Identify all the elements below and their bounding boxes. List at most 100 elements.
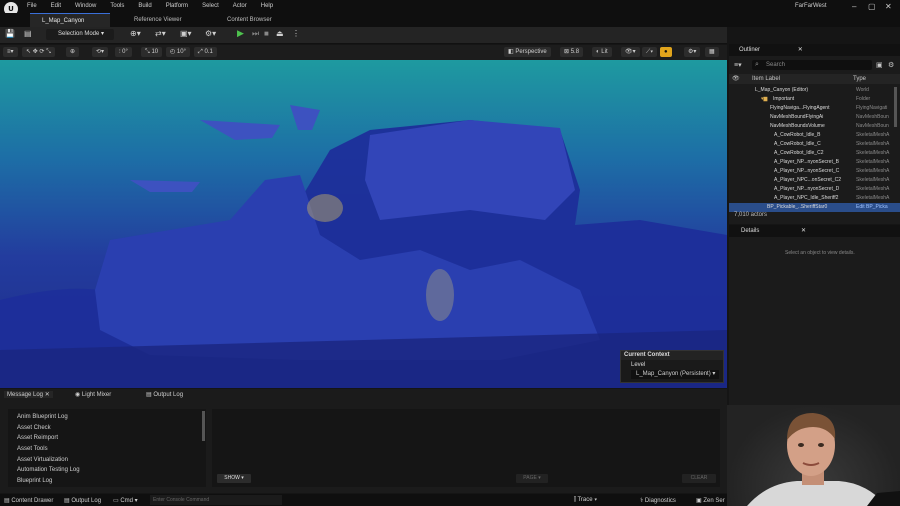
clear-button[interactable]: CLEAR	[682, 474, 716, 483]
lit-button[interactable]: ◐ Lit	[592, 47, 612, 57]
visibility-icon[interactable]: 👁	[732, 74, 740, 84]
settings-gear-icon[interactable]: ⚙▾	[684, 47, 701, 57]
list-item[interactable]: Asset Reimport	[17, 435, 58, 441]
list-item[interactable]: Asset Check	[17, 425, 51, 431]
table-row[interactable]: NavMeshBoundsVolume NavMeshBoun	[729, 122, 900, 131]
menu-edit[interactable]: Edit	[51, 3, 61, 9]
tab-l-map-canyon[interactable]: L_Map_Canyon	[30, 13, 110, 27]
tab-message-log[interactable]: Message Log ✕	[4, 391, 53, 398]
show-flags-icon[interactable]: 👁▾	[621, 47, 640, 57]
selection-mode-dropdown[interactable]: Selection Mode ▾	[46, 29, 114, 40]
menu-build[interactable]: Build	[138, 3, 151, 9]
surface-snap-icon[interactable]: ⟲▾	[92, 47, 109, 57]
menu-select[interactable]: Select	[202, 3, 219, 9]
row-type: SkeletalMeshA	[856, 132, 890, 138]
table-row-selected[interactable]: BP_Pickable_..SheriffStar0 Edit BP_Picka	[729, 203, 900, 212]
menu-file[interactable]: File	[27, 3, 37, 9]
menu-actor[interactable]: Actor	[233, 3, 247, 9]
tab-output-log[interactable]: ▤ Output Log	[146, 391, 183, 398]
table-row[interactable]: A_Player_NPC_Idle_Sheriff2 SkeletalMeshA	[729, 194, 900, 203]
outliner-column-header: 👁 Item Label Type	[729, 74, 900, 84]
col-item-label[interactable]: Item Label	[752, 74, 780, 84]
perspective-button[interactable]: ◧ Perspective	[504, 47, 551, 57]
modes-icon[interactable]: ⚙▾	[205, 29, 216, 38]
menu-help[interactable]: Help	[261, 3, 273, 9]
row-type: NavMeshBoun	[856, 114, 889, 120]
level-dropdown[interactable]: L_Map_Canyon (Persistent) ▾	[631, 370, 719, 379]
more-options-icon[interactable]: ⋮	[292, 29, 300, 38]
content-icon[interactable]: ▤	[24, 29, 32, 38]
table-row[interactable]: A_CowRobot_Idle_B SkeletalMeshA	[729, 131, 900, 140]
world-space-icon[interactable]: ⊕	[66, 47, 80, 57]
row-type: Folder	[856, 96, 871, 102]
stop-icon[interactable]: ■	[264, 29, 269, 38]
maximize-icon[interactable]: ▢	[868, 2, 876, 11]
step-icon[interactable]: ⏭	[252, 29, 259, 39]
table-row[interactable]: A_Player_NPC...onSecret_C2 SkeletalMeshA	[729, 176, 900, 185]
list-item[interactable]: Anim Blueprint Log	[17, 414, 68, 420]
tab-label: Message Log	[7, 392, 44, 398]
rotation-snap-button[interactable]: ◴ 10°	[166, 47, 190, 57]
outliner-scrollbar[interactable]	[894, 87, 897, 127]
table-row[interactable]: ▾▆ Important Folder	[729, 95, 900, 104]
table-row[interactable]: A_Player_NP...nyonSecret_D SkeletalMeshA	[729, 185, 900, 194]
canyon-scene-image	[0, 105, 727, 388]
close-icon[interactable]: ✕	[885, 2, 892, 11]
tab-light-mixer[interactable]: ◉ Light Mixer	[75, 391, 111, 398]
fov-button[interactable]: ⊠ 5.8	[560, 47, 584, 57]
grid-snap-button[interactable]: ⫶ 0°	[115, 47, 132, 57]
content-drawer-button[interactable]: ▤ Content Drawer	[4, 497, 53, 504]
blueprint-icon[interactable]: ⇄▾	[155, 29, 166, 38]
add-actor-icon[interactable]: ⊕▾	[130, 29, 141, 38]
diagnostics-button[interactable]: ⚕ Diagnostics	[640, 497, 676, 504]
list-item[interactable]: Automation Testing Log	[17, 467, 80, 473]
close-outliner-icon[interactable]: ✕	[798, 47, 803, 53]
log-list-scrollbar[interactable]	[202, 411, 205, 441]
tab-reference-viewer[interactable]: Reference Viewer	[122, 13, 208, 27]
table-row[interactable]: A_CowRobot_Idle_C2 SkeletalMeshA	[729, 149, 900, 158]
table-row[interactable]: FlyingNaviga...FlyingAgent FlyingNavigati	[729, 104, 900, 113]
close-details-icon[interactable]: ✕	[801, 228, 806, 234]
menu-platform[interactable]: Platform	[166, 3, 188, 9]
table-row[interactable]: NavMeshBoundFlyingAi NavMeshBoun	[729, 113, 900, 122]
realtime-icon[interactable]: ⟋▾	[642, 47, 658, 57]
cmd-dropdown[interactable]: ▭ Cmd ▾	[113, 497, 138, 504]
table-row[interactable]: L_Map_Canyon (Editor) World	[729, 86, 900, 95]
play-button[interactable]: ▶	[237, 28, 244, 39]
scale-snap-button[interactable]: ⤢ 0.1	[194, 47, 217, 57]
viewport-options-icon[interactable]: ≡▾	[3, 47, 18, 57]
menu-tools[interactable]: Tools	[110, 3, 124, 9]
col-type[interactable]: Type	[853, 74, 866, 84]
folder-icon[interactable]: ▣	[876, 61, 883, 69]
row-label: A_Player_NP...nyonSecret_B	[774, 159, 839, 165]
level-viewport[interactable]	[0, 60, 727, 388]
eject-icon[interactable]: ⏏	[276, 29, 284, 38]
list-item[interactable]: Asset Tools	[17, 446, 48, 452]
add-filter-icon[interactable]: ≡▾	[734, 61, 742, 69]
output-log-button[interactable]: ▤ Output Log	[64, 497, 101, 504]
page-button[interactable]: PAGE ▾	[516, 474, 548, 483]
outliner-search-input[interactable]: Search	[752, 60, 872, 70]
zen-server-button[interactable]: ▣ Zen Ser	[696, 497, 725, 504]
save-icon[interactable]: 💾	[5, 29, 15, 38]
table-row[interactable]: A_Player_NP...nyonSecret_C SkeletalMeshA	[729, 167, 900, 176]
tab-label: Output Log	[153, 392, 184, 398]
settings-icon[interactable]: ⚙	[888, 61, 894, 69]
show-button[interactable]: SHOW ▾	[217, 474, 251, 483]
maximize-viewport-icon[interactable]: ▦	[705, 47, 719, 57]
console-input[interactable]: Enter Console Command	[150, 495, 282, 505]
table-row[interactable]: A_Player_NP...nyonSecret_B SkeletalMeshA	[729, 158, 900, 167]
row-type: Edit BP_Picka	[856, 204, 888, 210]
rotation-snap-value: 10°	[176, 49, 186, 55]
minimize-icon[interactable]: –	[852, 2, 856, 11]
location-snap-button[interactable]: ⤡ 10	[141, 47, 163, 57]
list-item[interactable]: Blueprint Log	[17, 478, 52, 484]
tab-content-browser[interactable]: Content Browser	[215, 13, 295, 27]
warning-icon[interactable]: ●	[660, 47, 672, 57]
list-item[interactable]: Asset Virtualization	[17, 457, 68, 463]
menu-window[interactable]: Window	[75, 3, 96, 9]
table-row[interactable]: A_CowRobot_Idle_C SkeletalMeshA	[729, 140, 900, 149]
trace-button[interactable]: ⫿ Trace ▾	[574, 497, 597, 504]
transform-tools-icon[interactable]: ↖ ✥ ⟳ ⤡	[22, 47, 55, 57]
cinematics-icon[interactable]: ▣▾	[180, 29, 192, 38]
